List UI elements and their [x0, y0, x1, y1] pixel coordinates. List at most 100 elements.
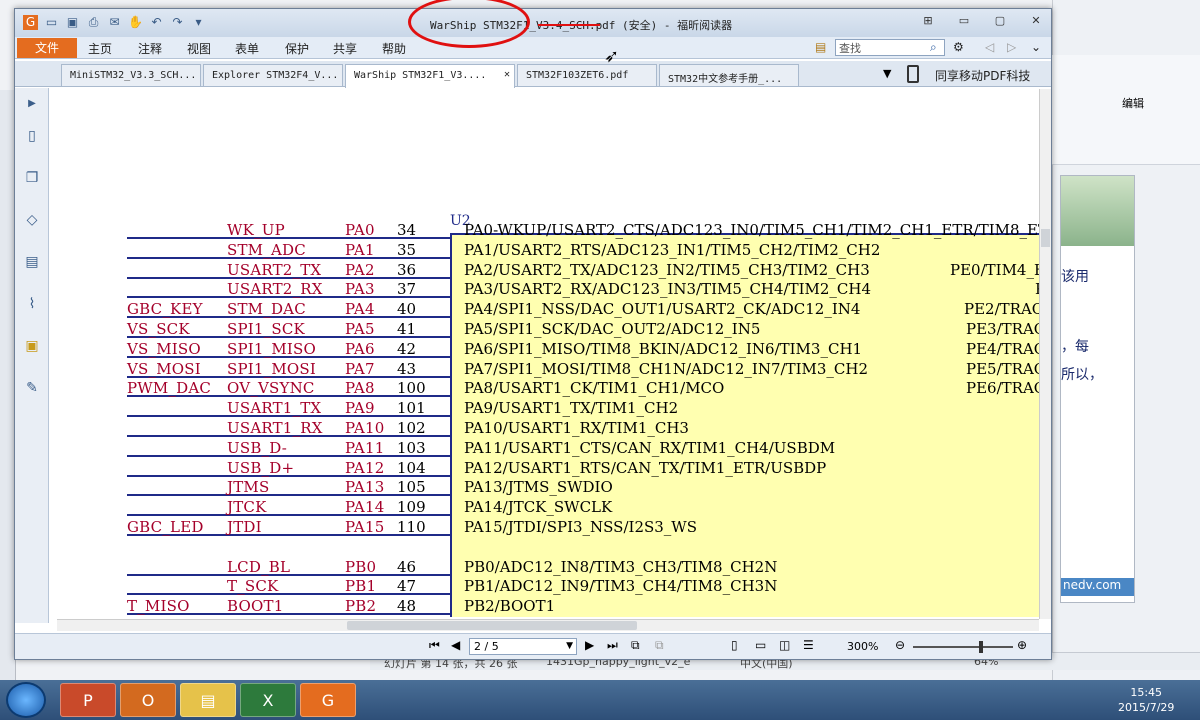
- menu-home[interactable]: 主页: [88, 40, 112, 57]
- continuous-facing-icon[interactable]: ☰: [803, 638, 814, 652]
- facing-page-icon[interactable]: ◫: [779, 638, 790, 652]
- menu-comment[interactable]: 注释: [138, 40, 162, 57]
- settings-gear-icon[interactable]: ⚙: [953, 40, 964, 54]
- back-arrow-icon[interactable]: ◁: [985, 40, 994, 54]
- save-icon[interactable]: ▣: [65, 15, 80, 30]
- start-button[interactable]: [6, 682, 46, 718]
- pin-num: 102: [397, 419, 426, 437]
- office-taskbar-icon[interactable]: O: [120, 683, 176, 717]
- layers-icon[interactable]: ◇: [23, 212, 41, 230]
- pin-num: 34: [397, 221, 417, 239]
- pin-num: 47: [397, 577, 417, 596]
- menu-view[interactable]: 视图: [187, 40, 211, 57]
- slide-banner-image: [1061, 176, 1134, 246]
- copy-icon[interactable]: ⧉: [631, 638, 640, 653]
- continuous-page-icon[interactable]: ▭: [755, 638, 766, 652]
- paste-icon[interactable]: ⧉: [655, 638, 664, 653]
- tab-warship-stm32f1[interactable]: WarShip STM32F1_V3.... ✕: [345, 64, 515, 88]
- maximize-button[interactable]: ▢: [991, 13, 1009, 29]
- signature-icon[interactable]: ✎: [23, 380, 41, 398]
- close-button[interactable]: ✕: [1027, 13, 1045, 29]
- email-icon[interactable]: ✉: [107, 15, 122, 30]
- first-page-icon[interactable]: ⏮: [429, 638, 440, 653]
- foxit-reader-window: G ▭ ▣ ⎙ ✉ ✋ ↶ ↷ ▾ WarShip STM32F1_V3.4_S…: [14, 8, 1052, 660]
- pin-port: PA3: [345, 280, 375, 299]
- ribbon-collapse-icon[interactable]: ⌄: [1031, 40, 1041, 54]
- vertical-scroll-thumb[interactable]: [1041, 229, 1050, 247]
- pin-num: 105: [397, 478, 426, 497]
- tab-stm32f103zet6[interactable]: STM32F103ZET6.pdf: [517, 64, 657, 86]
- bookmark-icon[interactable]: ▯: [23, 128, 41, 146]
- pin-num: 48: [397, 597, 417, 616]
- pages-icon[interactable]: ❐: [23, 170, 41, 188]
- redo-icon[interactable]: ↷: [170, 15, 185, 30]
- pin-net: VS_MISO: [127, 339, 201, 358]
- search-icon[interactable]: ⌕: [930, 40, 937, 55]
- minimize-button[interactable]: ▭: [955, 13, 973, 29]
- grid-view-icon[interactable]: ⊞: [919, 13, 937, 29]
- explorer-taskbar-icon[interactable]: ▤: [180, 683, 236, 717]
- zoom-slider-handle[interactable]: [979, 641, 983, 653]
- tab-stm32-reference[interactable]: STM32中文参考手册_...: [659, 64, 799, 86]
- undo-icon[interactable]: ↶: [149, 15, 164, 30]
- tab-ministm32[interactable]: MiniSTM32_V3.3_SCH...: [61, 64, 201, 86]
- menu-help[interactable]: 帮助: [382, 40, 406, 57]
- horizontal-scroll-thumb[interactable]: [347, 621, 637, 630]
- last-page-icon[interactable]: ⏭: [607, 638, 618, 653]
- chip-pin-name: PB2/BOOT1: [464, 597, 556, 616]
- menu-file[interactable]: 文件: [17, 38, 77, 58]
- menu-form[interactable]: 表单: [235, 40, 259, 57]
- pin-num: 101: [397, 399, 426, 418]
- hand-tool-icon[interactable]: ✋: [128, 15, 143, 30]
- ppt-edit-label[interactable]: 编辑: [1122, 95, 1144, 111]
- sidebar-expand-icon[interactable]: ▶: [23, 98, 41, 116]
- menu-share[interactable]: 共享: [333, 40, 357, 57]
- next-page-icon[interactable]: ▶: [585, 638, 594, 652]
- pin-sig: USB_D+: [227, 458, 295, 477]
- chip-pin-name: PA7/SPI1_MOSI/TIM8_CH1N/ADC12_IN7/TIM3_C…: [464, 359, 869, 378]
- comments-icon[interactable]: ▤: [23, 254, 41, 272]
- pin-port: PA14: [345, 498, 385, 517]
- forward-arrow-icon[interactable]: ▷: [1007, 40, 1016, 54]
- tab-explorer-stm32f4[interactable]: Explorer STM32F4_V...: [203, 64, 343, 86]
- customize-dropdown-icon[interactable]: ▾: [191, 15, 206, 30]
- chip-pin-name: PA3/USART2_RX/ADC123_IN3/TIM5_CH4/TIM2_C…: [464, 280, 872, 299]
- excel-taskbar-icon[interactable]: X: [240, 683, 296, 717]
- tab-close-icon[interactable]: ✕: [504, 69, 510, 80]
- previous-page-icon[interactable]: ◀: [451, 638, 460, 652]
- pin-port: PA15: [345, 518, 385, 536]
- right-pin-name: PE4/TRACI: [966, 339, 1039, 358]
- horizontal-scrollbar[interactable]: [57, 619, 1039, 631]
- menu-protect[interactable]: 保护: [285, 40, 309, 57]
- chip-pin-name: PB1/ADC12_IN9/TIM3_CH4/TIM8_CH3N: [464, 577, 778, 596]
- print-icon[interactable]: ⎙: [86, 15, 101, 30]
- single-page-icon[interactable]: ▯: [731, 638, 738, 652]
- clock-date: 2015/7/29: [1118, 701, 1175, 714]
- search-input[interactable]: 查找: [835, 39, 945, 56]
- company-label[interactable]: 同享移动PDF科技: [935, 67, 1030, 84]
- foxit-taskbar-icon[interactable]: G: [300, 683, 356, 717]
- open-folder-icon[interactable]: ▭: [44, 15, 59, 30]
- pin-sig: BOOT1: [227, 597, 284, 616]
- pin-num: 37: [397, 280, 417, 299]
- chip-pin-name: PA1/USART2_RTS/ADC123_IN1/TIM5_CH2/TIM2_…: [464, 240, 881, 259]
- mouse-cursor-icon: ➶: [604, 46, 620, 67]
- lock-icon[interactable]: ▣: [23, 338, 41, 356]
- pin-sig: WK_UP: [227, 221, 285, 239]
- pin-sig: SPI1_MOSI: [227, 359, 316, 378]
- zoom-in-icon[interactable]: ⊕: [1017, 638, 1027, 652]
- pin-port: PA6: [345, 339, 375, 358]
- zoom-level[interactable]: 300%: [847, 640, 878, 653]
- pdf-page-view[interactable]: U2 WK_UP PA0 34 STM_ADC PA1 35 USART2_TX PA2 36 U…: [57, 89, 1039, 617]
- system-clock[interactable]: 15:45 2015/7/29: [1118, 685, 1174, 715]
- zoom-slider[interactable]: [913, 646, 1013, 648]
- find-folder-icon[interactable]: ▤: [815, 40, 826, 54]
- page-dropdown-icon[interactable]: ▼: [566, 639, 573, 654]
- tab-list-dropdown-icon[interactable]: ▼: [883, 67, 891, 80]
- pin-num: 40: [397, 300, 417, 319]
- powerpoint-taskbar-icon[interactable]: P: [60, 683, 116, 717]
- attachment-icon[interactable]: ⌇: [23, 296, 41, 314]
- page-number-input[interactable]: 2 / 5 ▼: [469, 638, 577, 655]
- zoom-out-icon[interactable]: ⊖: [895, 638, 905, 652]
- vertical-scrollbar[interactable]: [1039, 89, 1051, 619]
